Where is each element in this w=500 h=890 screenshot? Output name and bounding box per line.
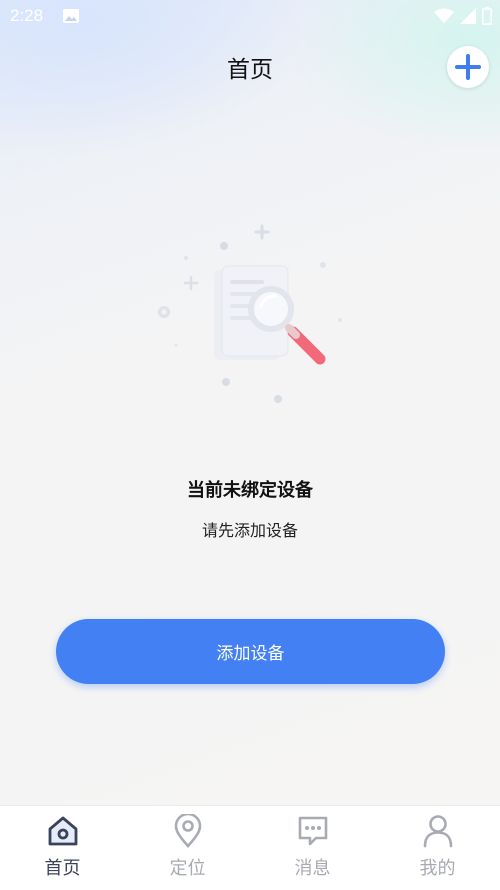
empty-state-subtitle: 请先添加设备 xyxy=(201,521,298,540)
status-bar: 2:28 xyxy=(0,0,500,34)
status-time: 2:28 xyxy=(10,6,44,25)
battery-icon xyxy=(482,7,492,30)
bottom-tab-bar: 首页 定位 消息 我的 xyxy=(0,805,500,890)
page-title: 首页 xyxy=(227,57,273,83)
tab-messages[interactable]: 消息 xyxy=(250,806,375,890)
person-icon xyxy=(422,814,454,848)
status-indicators xyxy=(434,7,492,30)
location-pin-icon xyxy=(173,814,203,848)
tab-messages-label: 消息 xyxy=(294,858,331,879)
wifi-icon xyxy=(434,8,454,29)
tab-profile[interactable]: 我的 xyxy=(375,806,500,890)
empty-state-title: 当前未绑定设备 xyxy=(187,480,313,501)
tab-profile-label: 我的 xyxy=(419,858,456,879)
tab-home-label: 首页 xyxy=(44,858,81,879)
tab-location-label: 定位 xyxy=(169,858,206,879)
tab-home[interactable]: 首页 xyxy=(0,806,125,890)
plus-icon xyxy=(455,54,481,80)
tab-location[interactable]: 定位 xyxy=(125,806,250,890)
image-notification-icon xyxy=(62,8,80,29)
home-icon xyxy=(46,814,80,848)
message-icon xyxy=(296,814,330,848)
add-device-button[interactable]: 添加设备 xyxy=(56,619,445,684)
empty-search-illustration xyxy=(158,224,342,403)
add-device-plus-button[interactable] xyxy=(447,46,489,88)
signal-icon xyxy=(460,8,476,29)
